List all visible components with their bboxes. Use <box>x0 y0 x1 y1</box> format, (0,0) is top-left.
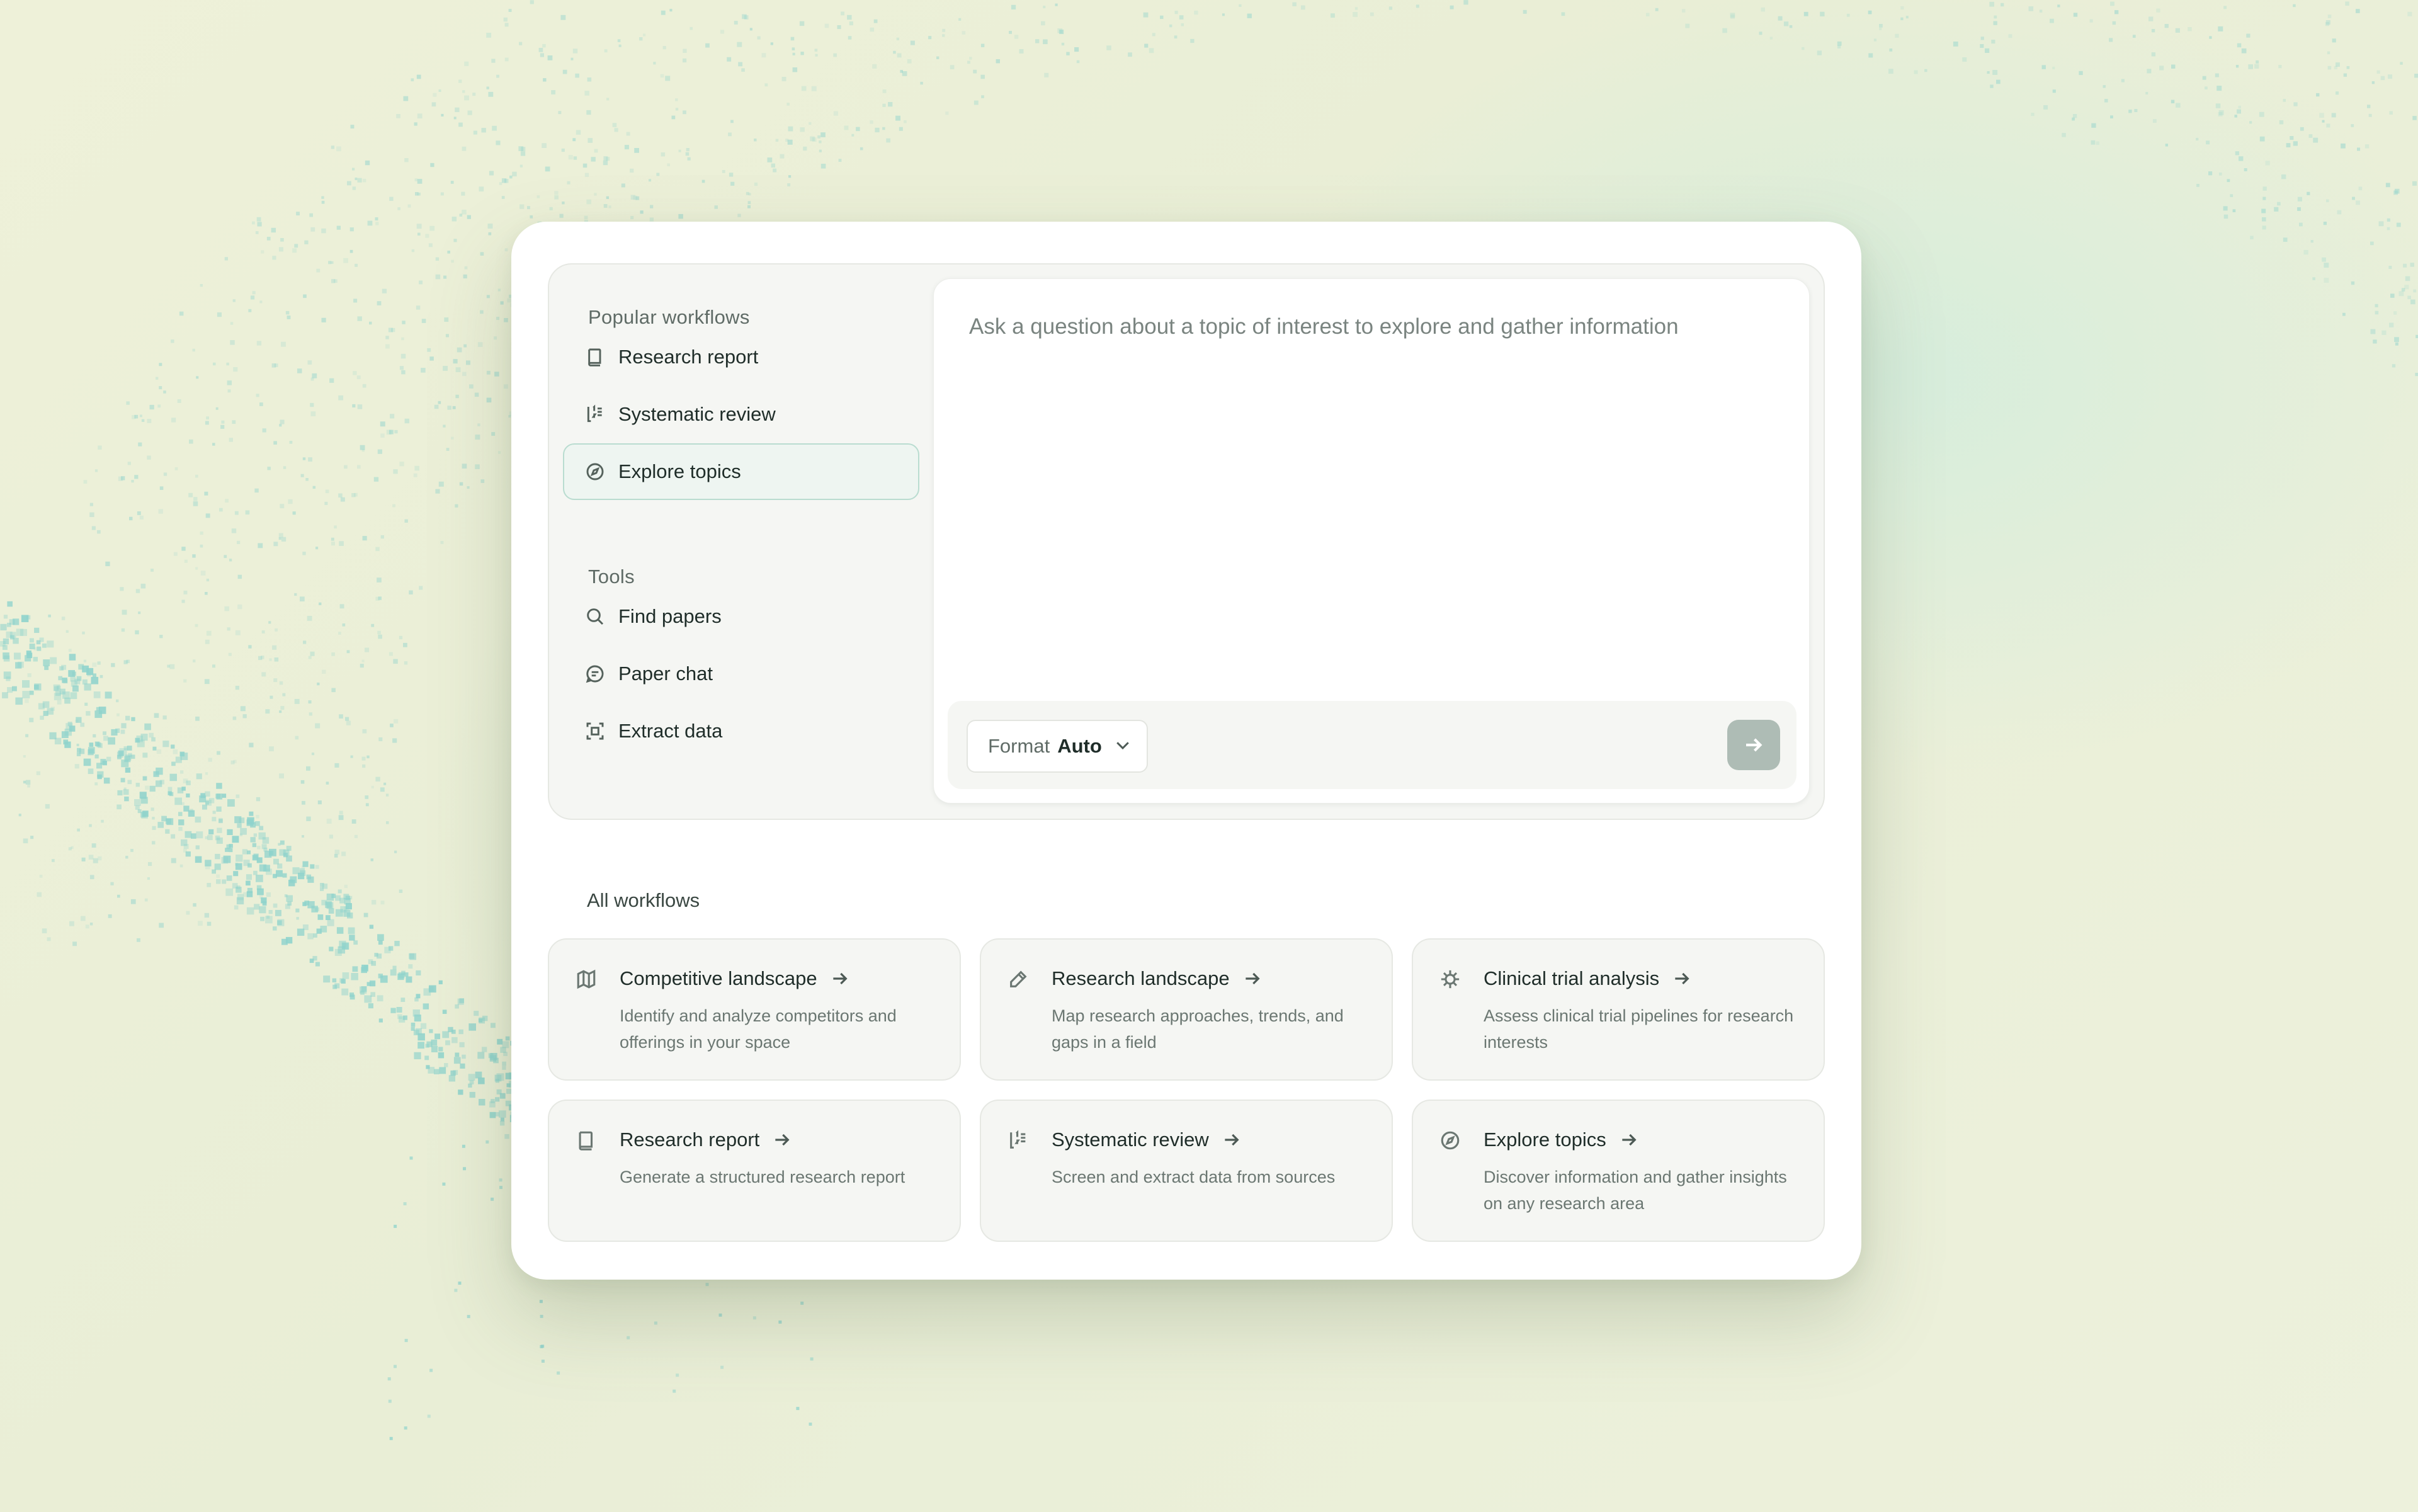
workflow-card-title: Competitive landscape <box>620 967 850 990</box>
workflow-card-title: Systematic review <box>1052 1128 1242 1151</box>
workflow-card-description: Identify and analyze competitors and off… <box>620 1006 897 1052</box>
workflow-card-description: Map research approaches, trends, and gap… <box>1052 1006 1344 1052</box>
arrow-right-icon <box>772 1130 792 1150</box>
sidebar-item-systematic-review[interactable]: Systematic review <box>563 386 919 443</box>
workflow-card-title: Research landscape <box>1052 967 1263 990</box>
workflow-title-text: Research landscape <box>1052 967 1230 989</box>
query-composer: Format Auto <box>933 278 1810 804</box>
workflow-card-title: Explore topics <box>1484 1128 1639 1151</box>
arrow-right-icon <box>1746 738 1762 752</box>
workflow-card-description: Assess clinical trial pipelines for rese… <box>1484 1006 1794 1052</box>
workflow-title-text: Clinical trial analysis <box>1484 967 1660 989</box>
arrow-right-icon <box>1619 1130 1639 1150</box>
workflow-card-description: Discover information and gather insights… <box>1484 1168 1787 1213</box>
chat-bubble-icon <box>584 663 606 685</box>
workflow-card-description: Screen and extract data from sources <box>1052 1168 1336 1186</box>
workflow-card-explore-topics[interactable]: Explore topics Discover information and … <box>1412 1100 1825 1242</box>
sidebar-item-find-papers[interactable]: Find papers <box>563 588 919 645</box>
sidebar-item-paper-chat[interactable]: Paper chat <box>563 645 919 702</box>
workflow-title-text: Systematic review <box>1052 1128 1209 1151</box>
sidebar-item-label: Systematic review <box>618 403 776 425</box>
workflow-card-research-report[interactable]: Research report Generate a structured re… <box>548 1100 961 1242</box>
sidebar-item-explore-topics[interactable]: Explore topics <box>563 443 919 500</box>
sidebar-item-label: Explore topics <box>618 460 741 482</box>
all-workflows-heading: All workflows <box>587 889 700 911</box>
compass-icon <box>1439 1130 1462 1152</box>
format-dropdown[interactable]: Format Auto <box>967 720 1148 773</box>
sidebar-item-research-report[interactable]: Research report <box>563 329 919 385</box>
sidebar-item-extract-data[interactable]: Extract data <box>563 703 919 759</box>
workflow-title-text: Competitive landscape <box>620 967 817 989</box>
compass-icon <box>584 461 606 482</box>
workflow-title-text: Explore topics <box>1484 1128 1606 1151</box>
workflow-card-competitive-landscape[interactable]: Competitive landscape Identify and analy… <box>548 938 961 1081</box>
popular-workflows-heading: Popular workflows <box>588 306 750 328</box>
format-value: Auto <box>1057 735 1102 757</box>
top-panel: Popular workflows Research report System… <box>548 263 1825 820</box>
chevron-down-icon <box>1113 736 1132 758</box>
numbered-list-icon <box>1007 1130 1030 1152</box>
workflow-card-systematic-review[interactable]: Systematic review Screen and extract dat… <box>980 1100 1393 1242</box>
query-input[interactable] <box>969 314 1775 667</box>
workflow-launcher-card: Popular workflows Research report System… <box>511 222 1861 1280</box>
format-label: Format <box>988 735 1050 757</box>
arrow-right-icon <box>1222 1130 1242 1150</box>
map-icon <box>576 969 598 991</box>
composer-toolbar: Format Auto <box>948 701 1796 789</box>
book-icon <box>584 346 606 368</box>
arrow-right-icon <box>1242 969 1263 989</box>
arrow-right-icon <box>830 969 850 989</box>
sidebar-item-label: Extract data <box>618 720 723 742</box>
pencil-icon <box>1007 969 1030 991</box>
sidebar-item-label: Research report <box>618 346 759 368</box>
workflow-card-title: Clinical trial analysis <box>1484 967 1692 990</box>
workflow-card-clinical-trial-analysis[interactable]: Clinical trial analysis Assess clinical … <box>1412 938 1825 1081</box>
send-button[interactable] <box>1727 720 1780 770</box>
search-icon <box>584 606 606 627</box>
workflow-title-text: Research report <box>620 1128 760 1151</box>
workflow-card-research-landscape[interactable]: Research landscape Map research approach… <box>980 938 1393 1081</box>
scan-frame-icon <box>584 720 606 742</box>
tools-heading: Tools <box>588 566 635 588</box>
sidebar-item-label: Find papers <box>618 605 722 627</box>
sidebar-item-label: Paper chat <box>618 662 713 685</box>
arrow-right-icon <box>1672 969 1692 989</box>
book-icon <box>576 1130 598 1152</box>
workflow-card-title: Research report <box>620 1128 792 1151</box>
workflow-card-description: Generate a structured research report <box>620 1168 905 1186</box>
virus-icon <box>1439 969 1462 991</box>
numbered-list-icon <box>584 404 606 425</box>
